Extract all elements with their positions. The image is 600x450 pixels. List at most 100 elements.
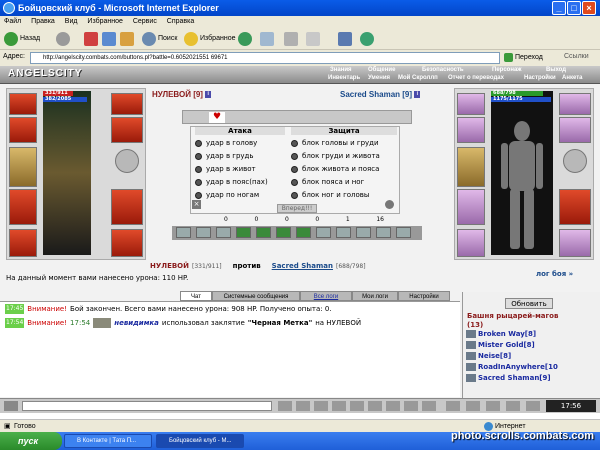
opponent-gloves-slot[interactable] [457, 117, 485, 143]
menu-favorites[interactable]: Избранное [87, 18, 122, 25]
start-button[interactable]: пуск [0, 432, 62, 450]
opponent-boots-slot[interactable] [559, 229, 591, 257]
right-fighter-name[interactable]: Sacred Shaman [9] i [340, 90, 421, 99]
menu-view[interactable]: Вид [65, 18, 78, 25]
info-icon[interactable]: i [414, 91, 421, 99]
member-item[interactable]: Mister Gold[8] [466, 341, 535, 349]
attack-option[interactable]: удар в голову [195, 139, 257, 147]
edit-button[interactable] [306, 31, 322, 47]
weapon-slot[interactable] [9, 147, 37, 187]
shield-slot[interactable] [115, 149, 139, 173]
helmet-slot[interactable] [9, 93, 37, 115]
member-item[interactable]: Sacred Shaman[9] [466, 374, 551, 382]
opponent-helmet-slot[interactable] [457, 93, 485, 115]
go-forward-button[interactable]: Вперед!!! [277, 204, 317, 213]
go-button[interactable]: Переход [504, 53, 543, 62]
contacts-button[interactable] [360, 31, 376, 47]
boots-slot[interactable] [111, 229, 143, 257]
spell-slot-icon[interactable] [396, 227, 411, 238]
taskbar-item-active[interactable]: Бойцовский клуб - М... [156, 434, 244, 448]
armor-slot[interactable] [9, 189, 37, 225]
chat-tool-icon[interactable] [296, 401, 310, 411]
favorites-button[interactable]: Избранное [184, 31, 235, 47]
search-button[interactable]: Поиск [142, 31, 177, 47]
attack-option[interactable]: удар в живот [195, 165, 256, 173]
chat-send-icon[interactable] [278, 401, 292, 411]
opponent-pants-slot[interactable] [559, 189, 591, 225]
versus-right-name[interactable]: Sacred Shaman [272, 262, 333, 270]
print-button[interactable] [284, 31, 300, 47]
chat-tool-icon[interactable] [466, 401, 480, 411]
spell-slot-icon[interactable] [256, 227, 271, 238]
chat-tool-icon[interactable] [332, 401, 346, 411]
spell-slot-icon[interactable] [356, 227, 371, 238]
nav-scroll[interactable]: Мой Скроллп [398, 75, 438, 81]
left-fighter-name[interactable]: НУЛЕВОЙ [9] i [152, 90, 212, 99]
spell-slot-icon[interactable] [216, 227, 231, 238]
mail-button[interactable] [260, 31, 276, 47]
history-button[interactable] [238, 31, 254, 47]
chat-tool-icon[interactable] [386, 401, 400, 411]
taskbar-item[interactable]: В Контакте | Тата П... [64, 434, 152, 448]
links-label[interactable]: Ссылки [564, 53, 589, 60]
gloves-slot[interactable] [9, 117, 37, 143]
tab-settings[interactable]: Настройки [398, 291, 450, 301]
chat-tool-icon[interactable] [446, 401, 460, 411]
refresh-button[interactable] [102, 31, 118, 47]
spell-slot-icon[interactable] [276, 227, 291, 238]
nav-security[interactable]: Безопасность [422, 67, 464, 73]
menu-tools[interactable]: Сервис [133, 18, 157, 25]
forward-button[interactable] [56, 31, 72, 47]
chat-mode-icon[interactable] [4, 401, 18, 411]
spell-slot-icon[interactable] [236, 227, 251, 238]
nav-inventory[interactable]: Инвентарь [328, 75, 360, 81]
menu-help[interactable]: Справка [167, 18, 194, 25]
tab-all-logs[interactable]: Все логи [300, 291, 352, 301]
defense-option[interactable]: блок груди и живота [291, 152, 380, 160]
attack-option[interactable]: удар по ногам [195, 191, 259, 199]
nav-profile[interactable]: Анкета [562, 75, 583, 81]
nav-exit[interactable]: Выход [546, 67, 566, 73]
nav-knowledge[interactable]: Знания [330, 67, 352, 73]
attack-option[interactable]: удар в грудь [195, 152, 254, 160]
opponent-weapon-slot[interactable] [457, 147, 485, 187]
member-item[interactable]: RoadInAnywhere[10 [466, 363, 558, 371]
battle-log-link[interactable]: лог боя » [536, 270, 573, 278]
heart-icon[interactable]: ♥ [209, 112, 225, 123]
chat-tool-icon[interactable] [350, 401, 364, 411]
member-item[interactable]: Neise[8] [466, 352, 511, 360]
nav-skills[interactable]: Умения [368, 75, 390, 81]
menu-file[interactable]: Файл [4, 18, 21, 25]
nav-communication[interactable]: Общение [368, 67, 395, 73]
close-button[interactable]: × [582, 1, 596, 15]
back-button[interactable]: Назад [4, 31, 40, 47]
opponent-armor-slot[interactable] [457, 189, 485, 225]
opponent-shield-slot[interactable] [563, 149, 587, 173]
spell-slot-icon[interactable] [196, 227, 211, 238]
tab-system-messages[interactable]: Системные сообщения [212, 291, 300, 301]
cancel-icon[interactable]: × [192, 200, 201, 209]
earring-slot[interactable] [111, 93, 143, 115]
chat-tool-icon[interactable] [368, 401, 382, 411]
address-input[interactable]: http://angelscity.combats.com/buttons.pl… [30, 52, 500, 64]
chat-tool-icon[interactable] [526, 401, 540, 411]
tab-chat[interactable]: Чат [180, 291, 212, 301]
member-item[interactable]: Broken Way[8] [466, 330, 536, 338]
info-icon[interactable]: i [205, 91, 212, 99]
belt-slot[interactable] [9, 229, 37, 257]
attack-option[interactable]: удар в пояс(пах) [195, 178, 268, 186]
stop-button[interactable] [84, 31, 100, 47]
spell-slot-icon[interactable] [176, 227, 191, 238]
defense-option[interactable]: блок пояса и ног [291, 178, 364, 186]
defense-option[interactable]: блок живота и пояса [291, 165, 379, 173]
opponent-earring-slot[interactable] [559, 93, 591, 115]
nav-transfers[interactable]: Отчет о переводах [448, 75, 504, 81]
nav-character[interactable]: Персонаж [492, 67, 522, 73]
nav-settings[interactable]: Настройки [524, 75, 556, 81]
chat-tool-icon[interactable] [506, 401, 520, 411]
chat-tool-icon[interactable] [486, 401, 500, 411]
tab-my-logs[interactable]: Мои логи [352, 291, 398, 301]
messenger-button[interactable] [338, 31, 354, 47]
opponent-bracer-slot[interactable] [559, 117, 591, 143]
minimize-button[interactable]: _ [552, 1, 566, 15]
